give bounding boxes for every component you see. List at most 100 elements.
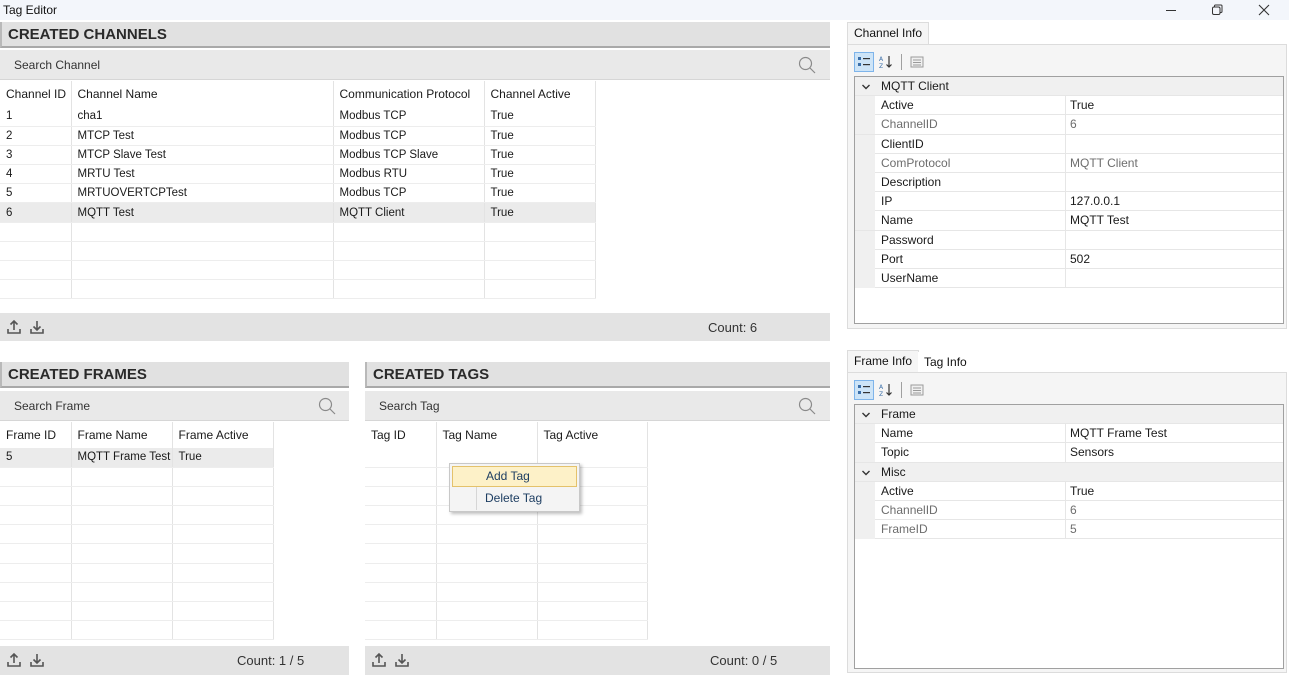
property-value[interactable]: 502	[1065, 249, 1283, 269]
property-value[interactable]: True	[1065, 96, 1283, 116]
table-row[interactable]: 5 MQTT Frame Test True	[0, 448, 274, 468]
frame-search-input[interactable]	[0, 391, 349, 421]
download-icon[interactable]	[394, 652, 410, 668]
property-row[interactable]: Active True	[855, 96, 1283, 116]
categorized-button[interactable]	[854, 52, 874, 72]
svg-text:Z: Z	[879, 391, 883, 397]
toolbar-separator	[901, 382, 902, 398]
channel-info-tabs: Channel Info	[847, 22, 1287, 44]
empty-row	[0, 222, 596, 242]
download-icon[interactable]	[29, 319, 45, 335]
tab-tag-info[interactable]: Tag Info	[918, 352, 973, 372]
category-row-mqtt-client[interactable]: MQTT Client	[855, 77, 1283, 97]
category-row-frame[interactable]: Frame	[855, 405, 1283, 425]
property-row[interactable]: Password	[855, 230, 1283, 250]
frame-property-grid[interactable]: Frame Name MQTT Frame Test Topic Sensors Misc…	[854, 404, 1284, 669]
tab-channel-info[interactable]: Channel Info	[847, 22, 930, 44]
property-pages-button[interactable]	[907, 52, 927, 72]
property-value[interactable]: MQTT Test	[1065, 211, 1283, 231]
empty-cell	[71, 543, 173, 564]
column-header-tag-id[interactable]: Tag ID	[365, 422, 437, 448]
tags-grid[interactable]: Tag ID Tag Name Tag Active	[365, 422, 830, 646]
property-value[interactable]: 5	[1065, 520, 1283, 540]
empty-cell	[71, 260, 334, 281]
chevron-down-icon[interactable]	[861, 468, 871, 478]
property-row[interactable]: Name MQTT Frame Test	[855, 424, 1283, 444]
table-row[interactable]: 4 MRTU Test Modbus RTU True	[0, 164, 596, 185]
table-row[interactable]: 6 MQTT Test MQTT Client True	[0, 202, 596, 223]
tab-frame-info[interactable]: Frame Info	[847, 350, 920, 372]
property-value[interactable]	[1065, 134, 1283, 154]
property-pages-button[interactable]	[907, 380, 927, 400]
property-row[interactable]: FrameID 5	[855, 520, 1283, 540]
property-value[interactable]	[1065, 268, 1283, 288]
property-row[interactable]: ClientID	[855, 134, 1283, 154]
property-row[interactable]: IP 127.0.0.1	[855, 192, 1283, 212]
property-value[interactable]	[1065, 230, 1283, 250]
property-value[interactable]: MQTT Frame Test	[1065, 424, 1283, 444]
alphabetical-button[interactable]: AZ	[876, 52, 896, 72]
property-row[interactable]: Active True	[855, 481, 1283, 501]
categorized-button[interactable]	[854, 380, 874, 400]
property-row[interactable]: ChannelID 6	[855, 500, 1283, 521]
empty-cell	[436, 563, 538, 583]
table-row[interactable]: 2 MTCP Test Modbus TCP True	[0, 126, 596, 146]
column-header-tag-active[interactable]: Tag Active	[537, 422, 648, 448]
property-row[interactable]: UserName	[855, 268, 1283, 289]
empty-row	[0, 524, 274, 545]
table-row[interactable]: 3 MTCP Slave Test Modbus TCP Slave True	[0, 145, 596, 166]
property-row[interactable]: ComProtocol MQTT Client	[855, 153, 1283, 173]
channel-search-input[interactable]	[0, 50, 830, 80]
property-value[interactable]: 127.0.0.1	[1065, 192, 1283, 212]
column-header-tag-name[interactable]: Tag Name	[436, 422, 538, 448]
property-row[interactable]: Name MQTT Test	[855, 211, 1283, 231]
search-icon[interactable]	[318, 397, 336, 415]
chevron-down-icon[interactable]	[861, 82, 871, 92]
column-header-frame-name[interactable]: Frame Name	[71, 422, 173, 448]
property-row[interactable]: Topic Sensors	[855, 443, 1283, 463]
column-header-frame-active[interactable]: Frame Active	[172, 422, 274, 448]
property-label: Name	[881, 213, 914, 228]
column-header-channel-id[interactable]: Channel ID	[0, 81, 72, 107]
menu-item-delete-tag[interactable]: Delete Tag	[452, 488, 577, 509]
upload-icon[interactable]	[371, 652, 387, 668]
frames-grid[interactable]: Frame ID Frame Name Frame Active 5 MQTT F…	[0, 422, 349, 646]
minimize-button[interactable]	[1148, 0, 1194, 20]
property-row[interactable]: ChannelID 6	[855, 115, 1283, 135]
empty-cell	[365, 467, 437, 487]
property-value[interactable]: MQTT Client	[1065, 153, 1283, 173]
alphabetical-button[interactable]: AZ	[876, 380, 896, 400]
chevron-down-icon[interactable]	[861, 410, 871, 420]
empty-cell	[365, 543, 437, 564]
channel-property-grid[interactable]: MQTT Client Active True ChannelID 6 ClientID C…	[854, 76, 1284, 324]
close-button[interactable]	[1241, 0, 1287, 20]
property-value[interactable]: 6	[1065, 500, 1283, 520]
column-header-channel-name[interactable]: Channel Name	[71, 81, 334, 107]
search-icon[interactable]	[798, 397, 816, 415]
property-value[interactable]	[1065, 172, 1283, 192]
download-icon[interactable]	[29, 652, 45, 668]
upload-icon[interactable]	[6, 319, 22, 335]
property-pages-icon	[910, 384, 924, 396]
column-header-frame-id[interactable]: Frame ID	[0, 422, 72, 448]
property-value[interactable]: True	[1065, 481, 1283, 501]
tag-search-input[interactable]	[365, 391, 830, 421]
table-row[interactable]: 1 cha1 Modbus TCP True	[0, 107, 596, 127]
property-row[interactable]: Description	[855, 172, 1283, 193]
property-row[interactable]: Port 502	[855, 249, 1283, 269]
empty-cell	[172, 620, 274, 641]
column-header-communication-protocol[interactable]: Communication Protocol	[333, 81, 485, 107]
property-value[interactable]: 6	[1065, 115, 1283, 135]
category-row-misc[interactable]: Misc	[855, 462, 1283, 482]
svg-text:Z: Z	[879, 63, 883, 69]
column-header-channel-active[interactable]: Channel Active	[484, 81, 596, 107]
upload-icon[interactable]	[6, 652, 22, 668]
table-row[interactable]: 5 MRTUOVERTCPTest Modbus TCP True	[0, 183, 596, 204]
property-value[interactable]: Sensors	[1065, 443, 1283, 463]
search-icon[interactable]	[798, 56, 816, 74]
restore-button[interactable]	[1194, 0, 1240, 20]
channel-info-panel: AZ MQTT Client Active True ChannelID 6 Client…	[847, 44, 1287, 329]
channel-active-cell: True	[484, 126, 596, 146]
menu-item-add-tag[interactable]: Add Tag	[452, 466, 577, 487]
channels-grid[interactable]: Channel ID Channel Name Communication Pr…	[0, 81, 830, 313]
